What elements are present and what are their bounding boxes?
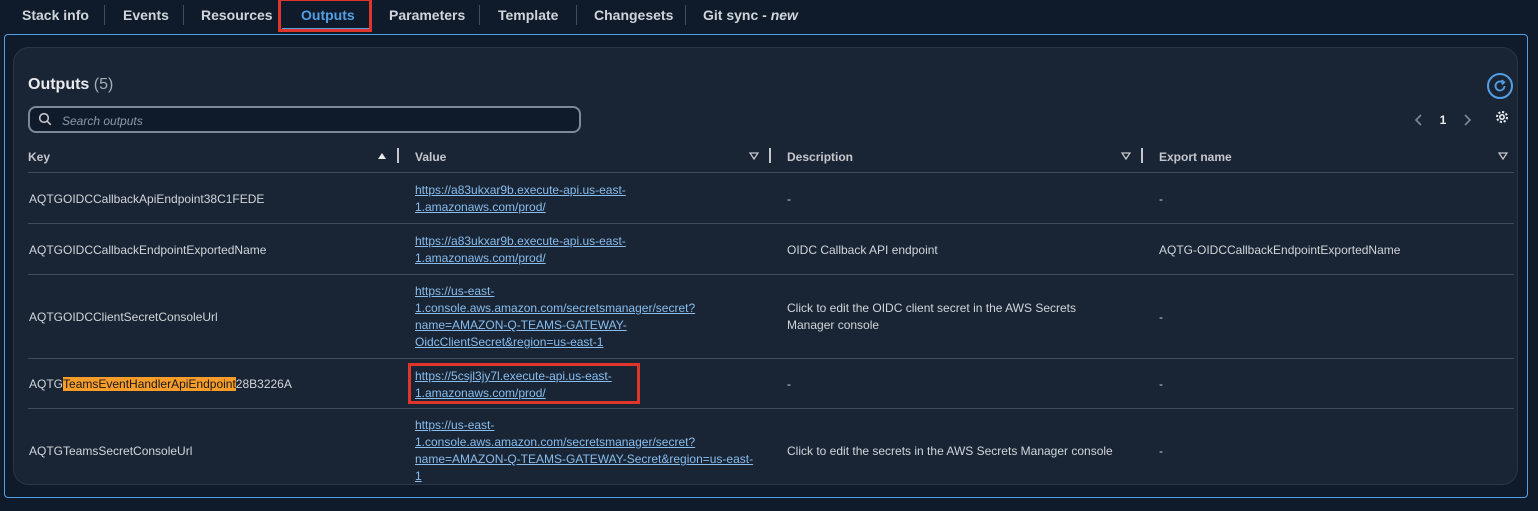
link-line: https://a83ukxar9b.execute-api.us-east- [415, 234, 626, 248]
link-line: https://us-east- [415, 284, 495, 298]
description-line: Click to edit the OIDC client secret in … [787, 301, 1076, 315]
chevron-left-icon [1414, 114, 1422, 126]
row-2-description: OIDC Callback API endpoint [787, 243, 938, 257]
tab-changesets[interactable]: Changesets [594, 0, 673, 30]
panel-title: Outputs (5) [28, 76, 113, 94]
key-text: 28B3226A [235, 377, 292, 391]
tab-parameters[interactable]: Parameters [389, 0, 465, 30]
row-1-key: AQTGOIDCCallbackApiEndpoint38C1FEDE [29, 192, 265, 206]
row-1-value-link[interactable]: https://a83ukxar9b.execute-api.us-east- 1… [415, 183, 626, 214]
tab-resources[interactable]: Resources [201, 0, 273, 30]
search-box [28, 106, 581, 133]
previous-page-button[interactable] [1411, 112, 1427, 128]
row-4-export-name: - [1159, 377, 1163, 391]
output-count: (5) [93, 76, 114, 93]
link-line: 1.amazonaws.com/prod/ [415, 251, 546, 265]
row-4-key: AQTGTeamsEventHandlerApiEndpoint28B3226A [29, 376, 292, 393]
row-2-export-name: AQTG-OIDCCallbackEndpointExportedName [1159, 243, 1401, 257]
annotation-highlight-box [278, 0, 372, 32]
row-5-value: https://us-east- 1.console.aws.amazon.com… [415, 417, 753, 485]
link-line: OidcClientSecret&region=us-east-1 [415, 335, 604, 349]
search-input[interactable] [60, 110, 574, 131]
column-header-export-name[interactable]: Export name [1159, 146, 1232, 168]
link-line: 1 [415, 469, 422, 483]
row-5-export-name: - [1159, 444, 1163, 458]
tab-divider [576, 5, 577, 25]
tab-bar: Stack info Events Resources Outputs Para… [0, 0, 1538, 32]
row-1-value: https://a83ukxar9b.execute-api.us-east- 1… [415, 182, 626, 216]
tab-events[interactable]: Events [123, 0, 169, 30]
outputs-container: Outputs (5) 1 [13, 47, 1518, 485]
link-line: 1.console.aws.amazon.com/secretsmanager/… [415, 435, 696, 449]
tab-divider [104, 5, 105, 25]
row-2-value-link[interactable]: https://a83ukxar9b.execute-api.us-east- 1… [415, 234, 626, 265]
caret-down-outline-icon[interactable] [1121, 152, 1131, 160]
row-5-value-link[interactable]: https://us-east- 1.console.aws.amazon.com… [415, 418, 753, 483]
link-line: https://a83ukxar9b.execute-api.us-east- [415, 183, 626, 197]
column-header-description[interactable]: Description [787, 146, 853, 168]
tab-stack-info[interactable]: Stack info [22, 0, 89, 30]
tab-git-sync-label: Git sync - [703, 7, 771, 23]
row-2-key: AQTGOIDCCallbackEndpointExportedName [29, 243, 267, 257]
page-number[interactable]: 1 [1427, 113, 1459, 127]
outputs-panel-outline: Outputs (5) 1 [4, 34, 1528, 498]
row-3-description: Click to edit the OIDC client secret in … [787, 300, 1076, 334]
column-header-key[interactable]: Key [28, 146, 50, 168]
row-3-key: AQTGOIDCClientSecretConsoleUrl [29, 310, 218, 324]
row-3-value: https://us-east- 1.console.aws.amazon.com… [415, 283, 695, 351]
panel-title-text: Outputs [28, 76, 90, 93]
description-line: Manager console [787, 318, 880, 332]
column-resizer[interactable] [1141, 148, 1143, 163]
row-4-description: - [787, 377, 791, 391]
tab-divider [685, 5, 686, 25]
refresh-icon [1494, 79, 1506, 92]
table-header-divider [28, 172, 1514, 173]
link-line: name=AMAZON-Q-TEAMS-GATEWAY- [415, 318, 627, 332]
search-icon [38, 112, 52, 126]
row-5-description: Click to edit the secrets in the AWS Sec… [787, 444, 1113, 458]
column-resizer[interactable] [397, 148, 399, 163]
caret-down-outline-icon[interactable] [749, 152, 759, 160]
tab-git-sync[interactable]: Git sync - new [703, 0, 798, 30]
link-line: 1.console.aws.amazon.com/secretsmanager/… [415, 301, 696, 315]
row-3-value-link[interactable]: https://us-east- 1.console.aws.amazon.com… [415, 284, 695, 349]
row-divider [28, 358, 1514, 359]
table-settings-button[interactable] [1495, 110, 1509, 129]
row-1-export-name: - [1159, 192, 1163, 206]
refresh-button[interactable] [1487, 73, 1513, 99]
row-1-description: - [787, 192, 791, 206]
key-text: AQTG [29, 377, 64, 391]
highlighted-search-match: TeamsEventHandlerApiEndpoint [63, 377, 236, 391]
next-page-button[interactable] [1459, 112, 1475, 128]
tab-divider [183, 5, 184, 25]
row-divider [28, 223, 1514, 224]
pagination: 1 [1411, 108, 1475, 132]
column-resizer[interactable] [769, 148, 771, 163]
link-line: 1.amazonaws.com/prod/ [415, 200, 546, 214]
tab-divider [479, 5, 480, 25]
row-divider [28, 274, 1514, 275]
chevron-right-icon [1464, 114, 1472, 126]
link-line: https://us-east- [415, 418, 495, 432]
row-5-key: AQTGTeamsSecretConsoleUrl [29, 444, 193, 458]
column-header-value[interactable]: Value [415, 146, 446, 168]
link-line: name=AMAZON-Q-TEAMS-GATEWAY-Secret&regio… [415, 452, 754, 466]
annotation-highlight-box [408, 363, 640, 404]
gear-icon [1496, 111, 1508, 123]
caret-down-outline-icon[interactable] [1498, 152, 1508, 160]
tab-template[interactable]: Template [498, 0, 558, 30]
row-3-export-name: - [1159, 310, 1163, 324]
row-divider [28, 408, 1514, 409]
tab-git-sync-new-label: new [770, 7, 798, 23]
row-2-value: https://a83ukxar9b.execute-api.us-east- 1… [415, 233, 626, 267]
caret-up-icon[interactable] [377, 152, 387, 160]
